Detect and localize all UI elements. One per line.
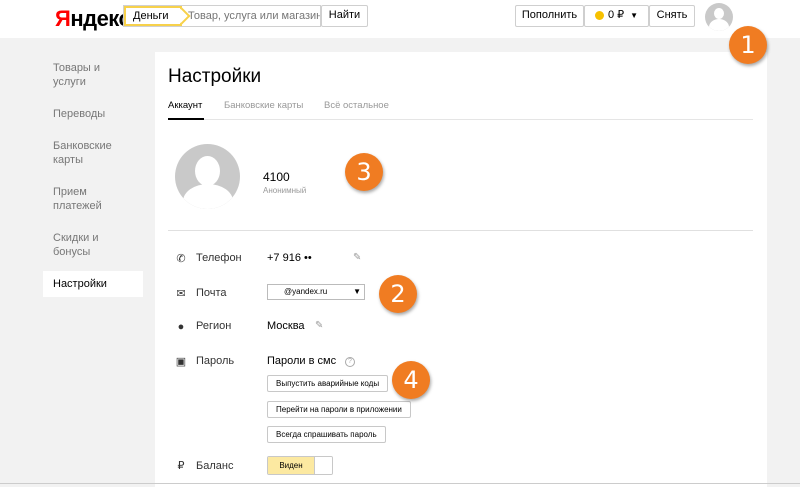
phone-label: Телефон xyxy=(196,252,242,264)
region-value: Москва xyxy=(267,320,305,332)
edit-region-pencil-icon[interactable]: ✎ xyxy=(315,320,323,331)
app-passwords-button[interactable]: Перейти на пароли в приложении xyxy=(267,401,411,418)
ruble-icon: ₽ xyxy=(177,460,185,472)
sidebar-item-payments[interactable]: Прием платежей xyxy=(43,179,143,219)
region-label: Регион xyxy=(196,320,232,332)
emergency-codes-button[interactable]: Выпустить аварийные коды xyxy=(267,375,389,392)
sidebar-item-transfers[interactable]: Переводы xyxy=(43,101,143,127)
globe-icon: ● xyxy=(177,321,185,333)
annotation-badge-4: 4 xyxy=(392,361,430,399)
account-number: 4100 xyxy=(263,170,290,184)
sidebar-item-discounts[interactable]: Скидки и бонусы xyxy=(43,225,143,265)
withdraw-button[interactable]: Снять xyxy=(649,5,695,27)
balance-visibility-toggle[interactable]: Виден xyxy=(267,456,333,475)
topup-button[interactable]: Пополнить xyxy=(515,5,584,27)
password-mode: Пароли в смс xyxy=(267,355,337,367)
service-label[interactable]: Деньги xyxy=(124,6,182,26)
toggle-off-part xyxy=(314,457,332,474)
balance-value: 0 ₽ xyxy=(607,9,625,21)
mail-icon: ✉ xyxy=(176,288,186,300)
search-input[interactable] xyxy=(188,6,320,26)
email-label: Почта xyxy=(196,287,227,299)
sidebar-item-settings[interactable]: Настройки xyxy=(43,271,143,297)
chevron-down-icon: ▼ xyxy=(353,287,361,296)
divider xyxy=(168,230,753,231)
annotation-badge-3: 3 xyxy=(345,153,383,191)
tab-bank-cards[interactable]: Банковские карты xyxy=(224,100,303,120)
coin-icon xyxy=(594,10,604,20)
wallet-balance-button[interactable]: 0 ₽ ▼ xyxy=(584,5,649,27)
tab-bar: Аккаунт Банковские карты Всё остальное xyxy=(168,100,753,120)
tab-other[interactable]: Всё остальное xyxy=(324,100,389,120)
email-value: @yandex.ru xyxy=(284,287,328,296)
email-select[interactable]: @yandex.ru ▼ xyxy=(267,284,365,300)
search-box: Деньги xyxy=(123,5,321,27)
phone-value: +7 916 •• xyxy=(267,252,312,264)
password-label: Пароль xyxy=(196,355,235,367)
yandex-logo[interactable]: Яндекс xyxy=(55,6,131,32)
edit-phone-pencil-icon[interactable]: ✎ xyxy=(353,252,361,263)
sidebar: Товары и услуги Переводы Банковские карт… xyxy=(43,55,143,303)
settings-panel: Настройки Аккаунт Банковские карты Всё о… xyxy=(155,52,767,487)
avatar-body-shape xyxy=(709,19,729,31)
bottom-border xyxy=(0,483,800,484)
annotation-badge-2: 2 xyxy=(379,275,417,313)
profile-avatar[interactable] xyxy=(175,144,240,209)
tab-account[interactable]: Аккаунт xyxy=(168,100,204,120)
phone-icon: ✆ xyxy=(176,253,186,265)
logo-first-letter: Я xyxy=(55,6,71,31)
lock-icon: ▣ xyxy=(175,356,187,368)
avatar-head-shape xyxy=(714,8,724,19)
page-title: Настройки xyxy=(168,66,262,87)
chevron-down-icon: ▼ xyxy=(630,11,639,20)
user-avatar[interactable] xyxy=(705,3,733,31)
sidebar-item-bank-cards[interactable]: Банковские карты xyxy=(43,133,143,173)
sidebar-item-goods[interactable]: Товары и услуги xyxy=(43,55,143,95)
top-header: Яндекс Деньги Найти Пополнить 0 ₽ ▼ Снять xyxy=(0,0,800,38)
logo-rest: ндекс xyxy=(70,6,131,31)
always-ask-password-button[interactable]: Всегда спрашивать пароль xyxy=(267,426,386,443)
profile-avatar-head xyxy=(195,156,220,186)
account-status: Анонимный xyxy=(263,186,307,195)
profile-avatar-body xyxy=(183,184,233,209)
toggle-on-label: Виден xyxy=(268,457,314,474)
find-button[interactable]: Найти xyxy=(321,5,368,27)
balance-label: Баланс xyxy=(196,460,234,472)
help-icon[interactable]: ? xyxy=(345,357,355,367)
annotation-badge-1: 1 xyxy=(729,26,767,64)
